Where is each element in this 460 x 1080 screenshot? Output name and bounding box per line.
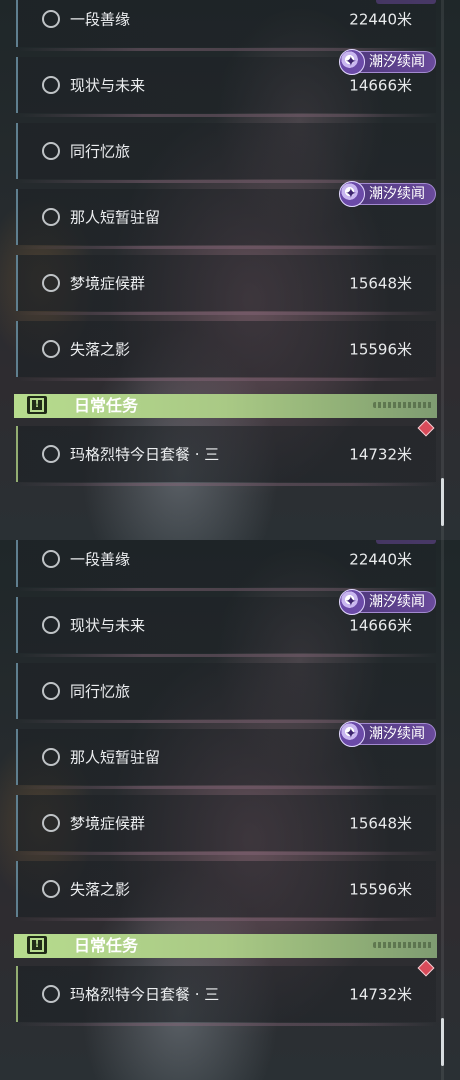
tidal-sequel-icon	[339, 721, 365, 747]
circle-outline-icon	[42, 880, 60, 898]
quest-name: 玛格烈特今日套餐 · 三	[70, 985, 220, 1004]
scrollbar-thumb[interactable]	[441, 1018, 444, 1066]
quest-distance: 15648米	[349, 814, 412, 833]
quest-item[interactable]: 潮汐续闻 那人短暂驻留	[16, 181, 436, 249]
section-decoration	[373, 402, 433, 408]
quest-item[interactable]: 梦境症候群 15648米	[16, 795, 436, 855]
circle-outline-icon	[42, 985, 60, 1003]
quest-name: 那人短暂驻留	[70, 208, 161, 227]
quest-name: 现状与未来	[70, 616, 146, 635]
quest-item[interactable]: 一段善缘 22440米	[16, 0, 436, 51]
scrollbar-track[interactable]	[441, 0, 444, 540]
quest-distance: 22440米	[349, 10, 412, 29]
circle-outline-icon	[42, 550, 60, 568]
circle-outline-icon	[42, 682, 60, 700]
scrollbar-track[interactable]	[441, 540, 444, 1080]
daily-quests-header[interactable]: ! 日常任务	[14, 394, 437, 418]
quest-name: 一段善缘	[70, 10, 131, 29]
quest-item[interactable]: 同行忆旅	[16, 123, 436, 183]
quest-name: 玛格烈特今日套餐 · 三	[70, 445, 220, 464]
quest-name: 梦境症候群	[70, 814, 146, 833]
tidal-sequel-badge: 潮汐续闻	[339, 49, 436, 75]
circle-outline-icon	[42, 814, 60, 832]
tidal-sequel-badge: 潮汐续闻	[339, 721, 436, 747]
alert-box-icon: !	[27, 396, 47, 414]
quest-distance: 14732米	[349, 985, 412, 1004]
alert-box-icon: !	[27, 936, 47, 954]
quest-item[interactable]: 潮汐续闻 现状与未来 14666米	[16, 49, 436, 117]
quest-item[interactable]: 失落之影 15596米	[16, 321, 436, 381]
daily-quest-item[interactable]: 玛格烈特今日套餐 · 三 14732米	[16, 959, 436, 1026]
quest-name: 失落之影	[70, 340, 131, 359]
quest-name: 失落之影	[70, 880, 131, 899]
circle-outline-icon	[42, 748, 60, 766]
quest-item[interactable]: 一段善缘 22440米	[16, 540, 436, 591]
daily-quests-header[interactable]: ! 日常任务	[14, 934, 437, 958]
circle-outline-icon	[42, 142, 60, 160]
tidal-sequel-icon	[339, 181, 365, 207]
quest-panel-bottom: 一段善缘 22440米 潮汐续闻 现状与未来 14666米 同行忆旅 潮汐续闻 …	[0, 540, 460, 1080]
diamond-marker-icon	[417, 959, 435, 977]
circle-outline-icon	[42, 340, 60, 358]
quest-item[interactable]: 潮汐续闻 现状与未来 14666米	[16, 589, 436, 657]
circle-outline-icon	[42, 208, 60, 226]
tidal-sequel-icon	[339, 589, 365, 615]
section-title: 日常任务	[74, 936, 139, 955]
quest-distance: 14666米	[349, 76, 412, 95]
section-decoration	[373, 942, 433, 948]
quest-name: 现状与未来	[70, 76, 146, 95]
quest-name: 一段善缘	[70, 550, 131, 569]
quest-item[interactable]: 失落之影 15596米	[16, 861, 436, 921]
quest-distance: 15596米	[349, 880, 412, 899]
circle-outline-icon	[42, 616, 60, 634]
circle-outline-icon	[42, 10, 60, 28]
quest-name: 梦境症候群	[70, 274, 146, 293]
quest-name: 同行忆旅	[70, 682, 131, 701]
tidal-sequel-badge: 潮汐续闻	[339, 181, 436, 207]
badge-label: 潮汐续闻	[369, 726, 425, 742]
quest-distance: 15596米	[349, 340, 412, 359]
section-title: 日常任务	[74, 396, 139, 415]
quest-item[interactable]: 潮汐续闻 那人短暂驻留	[16, 721, 436, 789]
tidal-sequel-badge: 潮汐续闻	[339, 589, 436, 615]
quest-distance: 22440米	[349, 550, 412, 569]
circle-outline-icon	[42, 445, 60, 463]
badge-label: 潮汐续闻	[369, 186, 425, 202]
quest-item[interactable]: 梦境症候群 15648米	[16, 255, 436, 315]
daily-quest-item[interactable]: 玛格烈特今日套餐 · 三 14732米	[16, 419, 436, 486]
quest-distance: 15648米	[349, 274, 412, 293]
circle-outline-icon	[42, 274, 60, 292]
quest-distance: 14666米	[349, 616, 412, 635]
circle-outline-icon	[42, 76, 60, 94]
quest-name: 那人短暂驻留	[70, 748, 161, 767]
quest-item[interactable]: 同行忆旅	[16, 663, 436, 723]
tidal-sequel-icon	[339, 49, 365, 75]
quest-panel-top: 一段善缘 22440米 潮汐续闻 现状与未来 14666米 同行忆旅 潮汐续闻 …	[0, 0, 460, 540]
diamond-marker-icon	[417, 419, 435, 437]
badge-label: 潮汐续闻	[369, 594, 425, 610]
badge-label: 潮汐续闻	[369, 54, 425, 70]
quest-distance: 14732米	[349, 445, 412, 464]
quest-name: 同行忆旅	[70, 142, 131, 161]
scrollbar-thumb[interactable]	[441, 478, 444, 526]
